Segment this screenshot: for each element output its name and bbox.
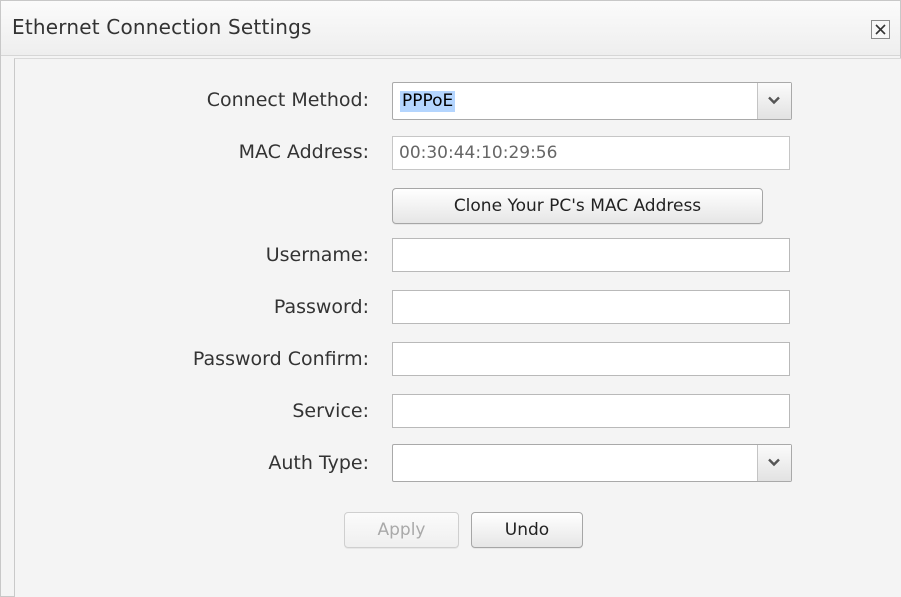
connect-method-dropdown-arrow[interactable]	[757, 83, 791, 119]
username-field[interactable]	[392, 238, 790, 272]
undo-button[interactable]: Undo	[471, 512, 583, 548]
close-button[interactable]	[871, 20, 890, 39]
connect-method-select[interactable]: PPPoE	[392, 82, 792, 120]
auth-type-label: Auth Type:	[268, 452, 369, 474]
chevron-down-icon	[768, 96, 780, 105]
username-label: Username:	[265, 244, 369, 266]
mac-address-label: MAC Address:	[238, 141, 369, 163]
close-icon	[875, 24, 886, 35]
settings-panel: Connect Method: PPPoE MAC Address: Clone…	[14, 58, 901, 597]
password-label: Password:	[273, 296, 369, 318]
auth-type-value	[400, 453, 404, 456]
chevron-down-icon	[768, 458, 780, 467]
service-label: Service:	[292, 400, 369, 422]
service-field[interactable]	[392, 394, 790, 428]
ethernet-settings-dialog: Ethernet Connection Settings Connect Met…	[0, 0, 901, 597]
apply-button[interactable]: Apply	[344, 512, 459, 548]
dialog-titlebar: Ethernet Connection Settings	[1, 1, 900, 56]
password-confirm-label: Password Confirm:	[192, 348, 369, 370]
auth-type-dropdown-arrow[interactable]	[757, 445, 791, 481]
connect-method-value: PPPoE	[400, 91, 456, 112]
clone-mac-address-button[interactable]: Clone Your PC's MAC Address	[392, 188, 763, 224]
auth-type-select[interactable]	[392, 444, 792, 482]
connect-method-label: Connect Method:	[206, 89, 369, 111]
password-confirm-field[interactable]	[392, 342, 790, 376]
mac-address-field[interactable]	[392, 136, 790, 170]
dialog-title: Ethernet Connection Settings	[12, 15, 312, 39]
password-field[interactable]	[392, 290, 790, 324]
